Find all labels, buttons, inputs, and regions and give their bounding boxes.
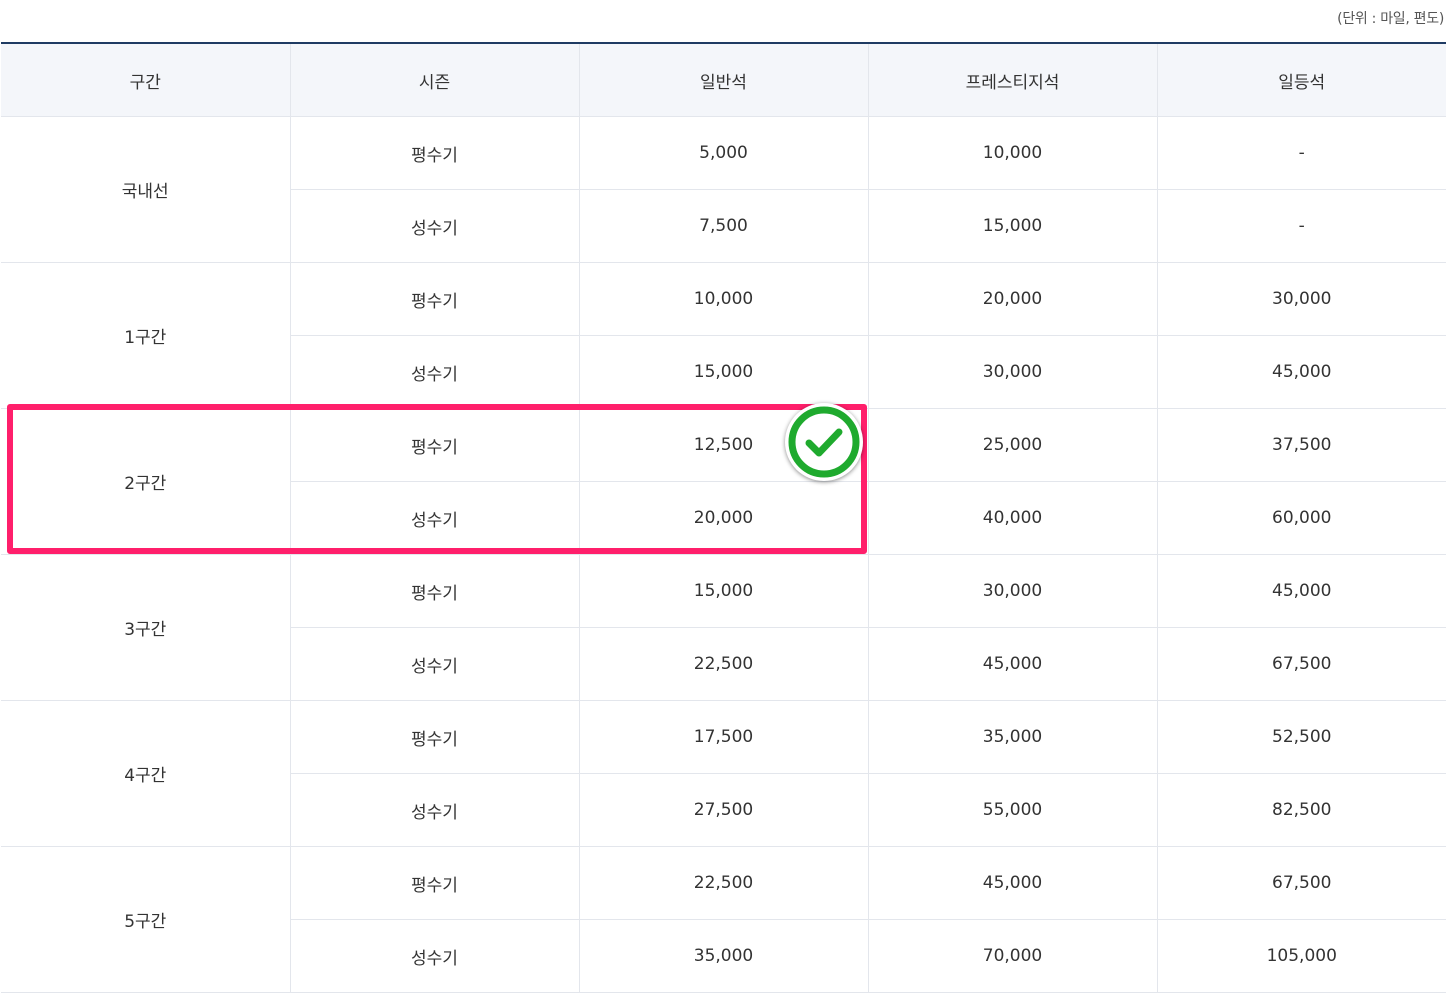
first-cell: 67,500 [1156,846,1446,920]
header-prestige: 프레스티지석 [867,43,1157,117]
economy-cell: 15,000 [578,554,868,628]
zone-cell: 2구간 [1,408,290,555]
zone-cell: 국내선 [1,116,290,263]
season-cell: 평수기 [289,700,579,774]
economy-cell: 15,000 [578,335,868,409]
table-row: 4구간 평수기 17,500 35,000 52,500 [1,700,1446,847]
fare-table: 구간 시즌 일반석 프레스티지석 일등석 국내선 평수기 5,000 10,00… [1,42,1446,993]
economy-cell: 17,500 [578,700,868,774]
prestige-cell: 35,000 [867,700,1157,774]
season-cell: 성수기 [289,919,579,993]
first-cell: 45,000 [1156,554,1446,628]
zone-cell: 5구간 [1,846,290,993]
first-cell: - [1156,116,1446,190]
first-cell: 37,500 [1156,408,1446,482]
first-cell: 45,000 [1156,335,1446,409]
season-cell: 성수기 [289,335,579,409]
first-cell: 30,000 [1156,262,1446,336]
season-cell: 평수기 [289,408,579,482]
prestige-cell: 15,000 [867,189,1157,263]
header-season: 시즌 [289,43,579,117]
season-cell: 평수기 [289,262,579,336]
table-row: 3구간 평수기 15,000 30,000 45,000 [1,554,1446,701]
table-header-row: 구간 시즌 일반석 프레스티지석 일등석 [1,43,1446,117]
prestige-cell: 40,000 [867,481,1157,555]
first-cell: 60,000 [1156,481,1446,555]
economy-cell: 5,000 [578,116,868,190]
prestige-cell: 25,000 [867,408,1157,482]
first-cell: 52,500 [1156,700,1446,774]
zone-cell: 3구간 [1,554,290,701]
prestige-cell: 45,000 [867,846,1157,920]
zone-cell: 1구간 [1,262,290,409]
table-row: 국내선 평수기 5,000 10,000 - [1,116,1446,263]
prestige-cell: 55,000 [867,773,1157,847]
first-cell: - [1156,189,1446,263]
season-cell: 성수기 [289,773,579,847]
first-cell: 67,500 [1156,627,1446,701]
first-cell: 82,500 [1156,773,1446,847]
season-cell: 평수기 [289,846,579,920]
check-mark-svg [788,406,860,478]
prestige-cell: 30,000 [867,335,1157,409]
header-first: 일등석 [1156,43,1446,117]
season-cell: 성수기 [289,627,579,701]
economy-cell: 20,000 [578,481,868,555]
prestige-cell: 45,000 [867,627,1157,701]
economy-cell: 10,000 [578,262,868,336]
table-row: 2구간 평수기 12,500 25,000 37,500 [1,408,1446,555]
first-cell: 105,000 [1156,919,1446,993]
prestige-cell: 70,000 [867,919,1157,993]
season-cell: 성수기 [289,481,579,555]
zone-cell: 4구간 [1,700,290,847]
check-circle-icon [785,403,863,481]
economy-cell: 27,500 [578,773,868,847]
prestige-cell: 20,000 [867,262,1157,336]
season-cell: 평수기 [289,554,579,628]
economy-cell: 22,500 [578,846,868,920]
table-row: 1구간 평수기 10,000 20,000 30,000 [1,262,1446,409]
economy-cell: 7,500 [578,189,868,263]
header-zone: 구간 [1,43,290,117]
table-row: 5구간 평수기 22,500 45,000 67,500 [1,846,1446,993]
unit-note: (단위 : 마일, 편도) [1337,11,1444,27]
economy-cell: 22,500 [578,627,868,701]
season-cell: 평수기 [289,116,579,190]
prestige-cell: 30,000 [867,554,1157,628]
season-cell: 성수기 [289,189,579,263]
header-economy: 일반석 [578,43,868,117]
prestige-cell: 10,000 [867,116,1157,190]
economy-cell: 35,000 [578,919,868,993]
